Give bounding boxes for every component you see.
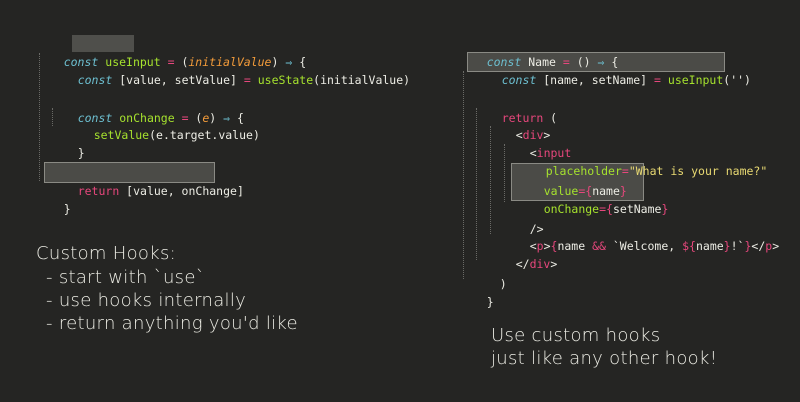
note-item: - use hooks internally: [46, 290, 247, 311]
code-line: }: [77, 146, 85, 160]
note-item: - start with `use`: [46, 267, 206, 288]
code-line: setValue(e.target.value): [93, 128, 260, 142]
code-line: const useInput = (initialValue) ⇒ {: [63, 55, 307, 69]
code-line: placeholder="What is your name?": [545, 164, 768, 178]
note-item: - return anything you'd like: [46, 313, 298, 334]
code-line: const onChange = (e) ⇒ {: [77, 111, 244, 125]
note-title: Custom Hooks:: [36, 243, 177, 264]
code-line: value={name}: [543, 184, 627, 198]
note-line: just like any other hook!: [491, 348, 718, 369]
code-line: const [name, setName] = useInput(''): [501, 73, 751, 87]
code-line: </div>: [515, 257, 558, 271]
code-line: }: [63, 202, 71, 216]
code-line: <input: [529, 146, 572, 160]
code-line: <p>{name && `Welcome, ${name}!`}</p>: [529, 239, 780, 253]
code-line: const [value, setValue] = useState(initi…: [77, 73, 411, 87]
code-line: const Name = () ⇒ {: [486, 55, 619, 69]
code-line: }: [486, 295, 494, 309]
code-line: return [value, onChange]: [77, 184, 244, 198]
code-line: <div>: [515, 128, 551, 142]
code-line: ): [499, 277, 507, 291]
note-line: Use custom hooks: [491, 325, 661, 346]
code-line: onChange={setName}: [543, 202, 669, 216]
code-line: return (: [501, 111, 558, 125]
code-line: />: [529, 222, 544, 236]
indent-guide: [463, 71, 464, 279]
